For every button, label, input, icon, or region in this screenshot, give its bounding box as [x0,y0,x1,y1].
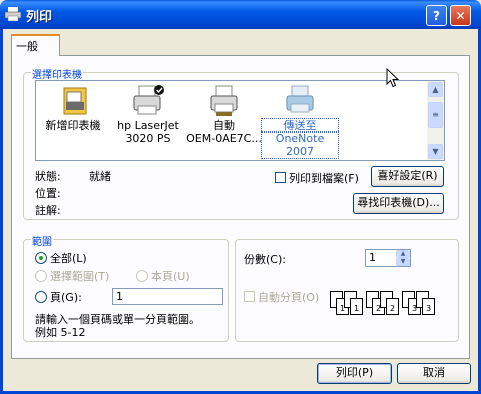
printer-name: hp LaserJet [117,119,179,132]
printer-item-add[interactable]: 新增印表機 [40,84,106,132]
tab-general[interactable]: 一般 [11,34,60,56]
printer-icon [5,7,21,21]
printer-default-icon [133,85,164,115]
printer-item-onenote[interactable]: 傳送至 OneNote 2007 [261,84,339,159]
location-label: 位置: [35,187,61,200]
spin-up-icon[interactable]: ▲ [396,250,410,258]
spin-down-icon[interactable]: ▼ [396,258,410,266]
printer-name: 新增印表機 [45,119,101,132]
printer-name-2: 3020 PS [125,132,171,145]
pages-radio[interactable] [35,291,47,303]
printer-list-scrollbar[interactable]: ▲ ≡ ▼ [427,81,444,160]
scroll-thumb[interactable]: ≡ [428,102,443,128]
pages-label[interactable]: 頁(G): [50,289,82,305]
page-icon: 2 [386,298,399,315]
title-bar[interactable] [0,0,481,29]
copies-label: 份數(C): [244,253,286,266]
cancel-button[interactable]: 取消 [397,363,471,384]
collate-label[interactable]: 自動分頁(O) [258,289,319,305]
network-printer-icon [210,85,238,116]
page-icon: 1 [350,298,363,315]
all-pages-label[interactable]: 全部(L) [50,250,87,266]
all-pages-radio[interactable] [35,252,47,264]
status-label: 狀態: [35,170,61,183]
window-frame-left [0,29,3,394]
collate-checkbox[interactable] [244,291,255,302]
scroll-up-icon[interactable]: ▲ [428,82,443,97]
printer-item-hp[interactable]: hp LaserJet 3020 PS [112,84,184,145]
scroll-down-icon[interactable]: ▼ [428,144,443,159]
print-to-file-label[interactable]: 列印到檔案(F) [289,170,359,186]
window-title: 列印 [26,10,53,25]
print-to-file-checkbox[interactable] [275,172,286,183]
collate-illustration: 1 1 2 2 3 3 [330,288,435,322]
tab-general-label: 一般 [16,40,38,53]
comment-label: 註解: [35,204,61,217]
add-printer-icon [63,87,87,115]
pages-input[interactable]: 1 [112,288,223,305]
page-range-label: 範圍 [31,233,53,248]
current-page-radio[interactable] [136,270,148,282]
find-printer-button[interactable]: 尋找印表機(D)... [353,193,444,214]
printer-name: 傳送至 [261,118,339,133]
help-button[interactable]: ? [426,5,447,26]
printer-item-oem[interactable]: 自動 OEM-0AE7C... [186,84,262,145]
printer-selected-icon [286,85,314,113]
printer-name-2: OEM-0AE7C... [186,132,262,145]
current-page-label[interactable]: 本頁(U) [151,268,190,284]
preferences-button[interactable]: 喜好設定(R) [371,166,444,187]
page-icon: 3 [422,298,435,315]
mouse-cursor-icon [386,68,399,88]
print-button[interactable]: 列印(P) [317,363,392,384]
select-printer-label: 選擇印表機 [31,66,83,81]
selection-radio[interactable] [35,270,47,282]
printer-name: 自動 [213,119,235,132]
selection-label[interactable]: 選擇範圍(T) [50,268,109,284]
page-range-example: 例如 5-12 [35,326,86,339]
printer-name-2: OneNote 2007 [261,131,339,159]
copies-spinner[interactable]: ▲ ▼ [396,250,410,266]
close-button[interactable]: ✕ [450,5,471,26]
status-value: 就緒 [89,170,111,183]
